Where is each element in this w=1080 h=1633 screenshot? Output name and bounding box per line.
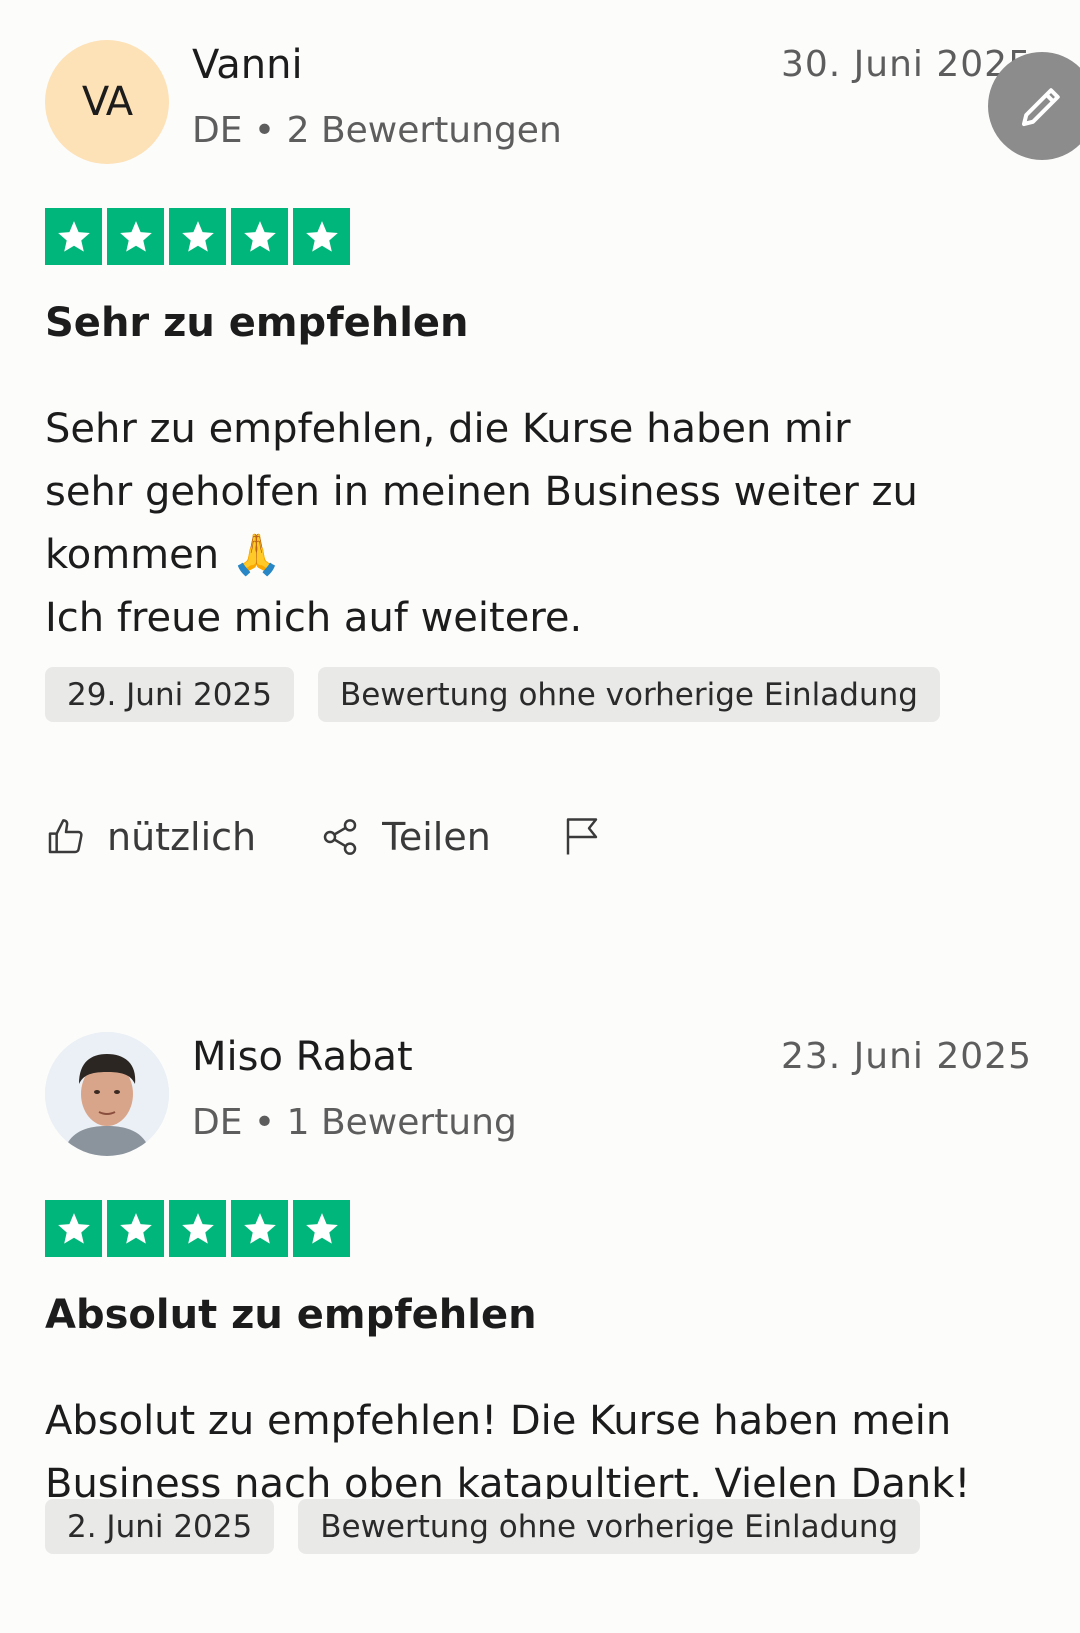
review-body-line: kommen 🙏 [45,532,282,578]
share-button[interactable]: Teilen [320,815,491,859]
star-icon [169,1200,226,1257]
star-icon [107,208,164,265]
star-rating [45,208,350,265]
review-title[interactable]: Absolut zu empfehlen [45,1292,537,1338]
star-icon [231,208,288,265]
avatar-initials: VA [81,79,133,125]
write-review-button[interactable] [988,52,1080,160]
review-body: Absolut zu empfehlen! Die Kurse haben me… [45,1390,1005,1516]
reviewer-country: DE [192,1102,243,1143]
star-icon [169,208,226,265]
review-body-line: sehr geholfen in meinen Business weiter … [45,469,918,515]
avatar[interactable] [45,1032,169,1156]
reviewer-name[interactable]: Vanni [192,42,303,88]
star-icon [45,1200,102,1257]
pencil-icon [1021,88,1060,127]
review-body-line: Ich freue mich auf weitere. [45,595,583,641]
experience-date-badge: 2. Juni 2025 [45,1499,275,1554]
review-title[interactable]: Sehr zu empfehlen [45,300,469,346]
review-actions: nützlich Teilen [45,815,603,859]
review-body-line: Sehr zu empfehlen, die Kurse haben mir [45,406,851,452]
avatar[interactable]: VA [45,40,169,164]
meta-separator: • [253,110,276,151]
review-body: Sehr zu empfehlen, die Kurse haben mir s… [45,398,1005,650]
reviewer-meta: DE • 1 Bewertung [192,1102,517,1143]
useful-button[interactable]: nützlich [45,815,256,859]
share-icon [323,819,357,855]
report-button[interactable] [561,815,603,859]
star-icon [293,208,350,265]
star-icon [107,1200,164,1257]
flag-icon [566,818,598,855]
invitation-status-badge[interactable]: Bewertung ohne vorherige Einladung [298,1499,921,1554]
invitation-status-badge[interactable]: Bewertung ohne vorherige Einladung [317,667,940,722]
profile-photo [45,1032,169,1156]
reviewer-review-count: 2 Bewertungen [286,110,562,151]
star-icon [231,1200,288,1257]
star-icon [293,1200,350,1257]
star-rating [45,1200,350,1257]
reviewer-name[interactable]: Miso Rabat [192,1034,413,1080]
experience-date-badge: 29. Juni 2025 [45,667,294,722]
share-label: Teilen [382,815,491,859]
reviewer-country: DE [192,110,243,151]
reviewer-meta: DE • 2 Bewertungen [192,110,562,151]
meta-separator: • [253,1102,276,1143]
review-tags: 2. Juni 2025 Bewertung ohne vorherige Ei… [45,1499,921,1554]
useful-label: nützlich [107,815,257,859]
reviewer-review-count: 1 Bewertung [286,1102,517,1143]
thumbs-up-icon [48,819,83,854]
review-body-line: Absolut zu empfehlen! Die Kurse haben me… [45,1398,952,1444]
review-tags: 29. Juni 2025 Bewertung ohne vorherige E… [45,667,940,722]
star-icon [45,208,102,265]
review-date: 23. Juni 2025 [780,1036,1032,1077]
